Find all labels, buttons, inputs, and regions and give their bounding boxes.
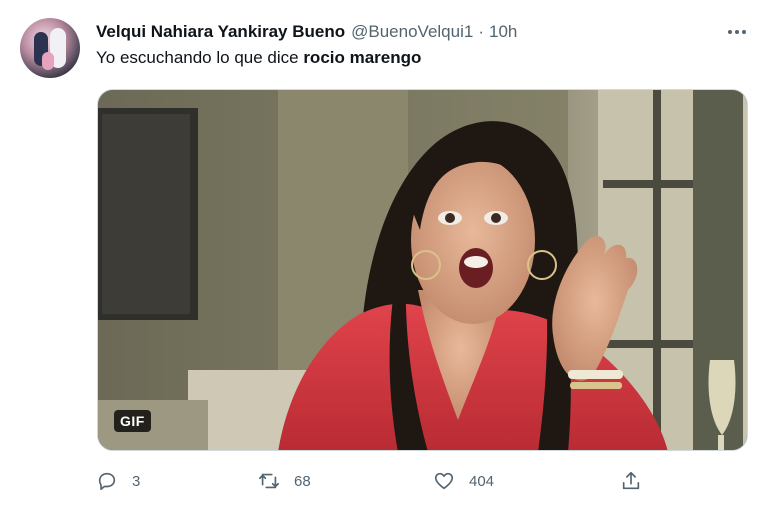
tweet-card[interactable]: Velqui Nahiara Yankiray Bueno @BuenoVelq… — [0, 0, 768, 508]
more-dot — [742, 30, 746, 34]
tweet-text-plain: Yo escuchando lo que dice — [96, 48, 304, 67]
like-count: 404 — [469, 472, 495, 490]
gif-media[interactable]: GIF — [97, 89, 748, 451]
gif-frame — [98, 90, 747, 450]
heart-icon — [434, 472, 454, 490]
more-dot — [735, 30, 739, 34]
separator-dot: · — [478, 22, 484, 41]
like-button[interactable]: 404 — [433, 468, 494, 494]
more-icon[interactable] — [722, 20, 752, 44]
tweet-text: Yo escuchando lo que dice rocio marengo — [96, 48, 421, 68]
gif-badge: GIF — [114, 410, 151, 432]
reply-count: 3 — [132, 472, 141, 490]
retweet-count: 68 — [294, 472, 311, 490]
author-name[interactable]: Velqui Nahiara Yankiray Bueno — [96, 22, 345, 42]
reply-icon — [98, 472, 116, 491]
action-bar: 3 68 404 — [96, 468, 656, 494]
tweet-timestamp[interactable]: 10h — [489, 22, 517, 42]
avatar-figure — [42, 52, 54, 70]
author-handle[interactable]: @BuenoVelqui1 — [351, 22, 473, 42]
avatar[interactable] — [20, 18, 80, 78]
tweet-header: Velqui Nahiara Yankiray Bueno @BuenoVelq… — [96, 20, 517, 44]
share-button[interactable] — [620, 468, 642, 494]
retweet-icon — [259, 473, 279, 489]
tweet-text-bold: rocio marengo — [303, 48, 422, 67]
retweet-button[interactable]: 68 — [258, 468, 311, 494]
reply-button[interactable]: 3 — [96, 468, 140, 494]
share-icon — [622, 471, 640, 490]
more-dot — [728, 30, 732, 34]
